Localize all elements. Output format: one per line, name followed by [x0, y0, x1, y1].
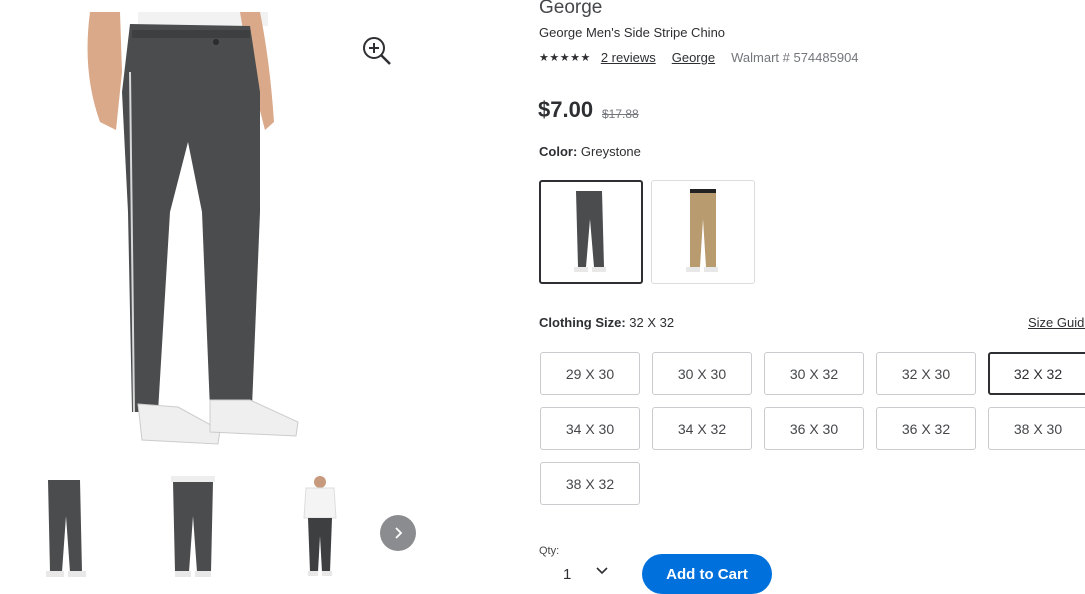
brand-link[interactable]: George: [672, 50, 715, 65]
size-option-38x32[interactable]: 38 X 32: [540, 462, 640, 505]
size-option-36x30[interactable]: 36 X 30: [764, 407, 864, 450]
zoom-in-icon[interactable]: [360, 34, 394, 68]
add-to-cart-button[interactable]: Add to Cart: [642, 554, 772, 594]
quantity-label: Qty:: [539, 545, 560, 557]
rating-row: ★★★★★ 2 reviews George Walmart # 5744859…: [539, 50, 859, 65]
product-brand: George: [539, 0, 603, 18]
current-price: $7.00: [538, 97, 594, 122]
thumbnail-front-view[interactable]: [36, 476, 96, 581]
thumbnail-full-outfit-view[interactable]: [290, 476, 350, 581]
walmart-number: Walmart # 574485904: [731, 50, 859, 65]
size-guide-link[interactable]: Size Guide: [1028, 315, 1085, 330]
thumbnail-back-view[interactable]: [163, 476, 223, 581]
color-value: Greystone: [580, 144, 641, 159]
size-option-38x30[interactable]: 38 X 30: [988, 407, 1085, 450]
size-option-30x30[interactable]: 30 X 30: [652, 352, 752, 395]
quantity-select[interactable]: 1: [539, 562, 629, 583]
size-option-36x32[interactable]: 36 X 32: [876, 407, 976, 450]
size-option-34x32[interactable]: 34 X 32: [652, 407, 752, 450]
was-price: $17.88: [602, 107, 639, 121]
gallery-next-button[interactable]: [380, 515, 416, 551]
quantity-value: 1: [563, 566, 572, 583]
size-option-30x32[interactable]: 30 X 32: [764, 352, 864, 395]
size-label: Clothing Size: 32 X 32: [539, 315, 674, 330]
size-value: 32 X 32: [629, 315, 675, 330]
reviews-link[interactable]: 2 reviews: [601, 50, 656, 65]
size-option-32x30[interactable]: 32 X 30: [876, 352, 976, 395]
color-label: Color: Greystone: [539, 144, 641, 159]
color-swatch-greystone[interactable]: [539, 180, 643, 284]
color-label-title: Color:: [539, 144, 578, 159]
color-swatch-khaki[interactable]: [651, 180, 755, 284]
size-label-title: Clothing Size:: [539, 315, 626, 330]
product-title: George Men's Side Stripe Chino: [539, 25, 726, 40]
chevron-down-icon: [596, 567, 608, 575]
star-rating: ★★★★★: [539, 52, 591, 64]
size-option-34x30[interactable]: 34 X 30: [540, 407, 640, 450]
size-option-29x30[interactable]: 29 X 30: [540, 352, 640, 395]
size-option-32x32[interactable]: 32 X 32: [988, 352, 1085, 395]
chevron-right-icon: [395, 527, 403, 539]
main-product-image: [60, 12, 350, 452]
